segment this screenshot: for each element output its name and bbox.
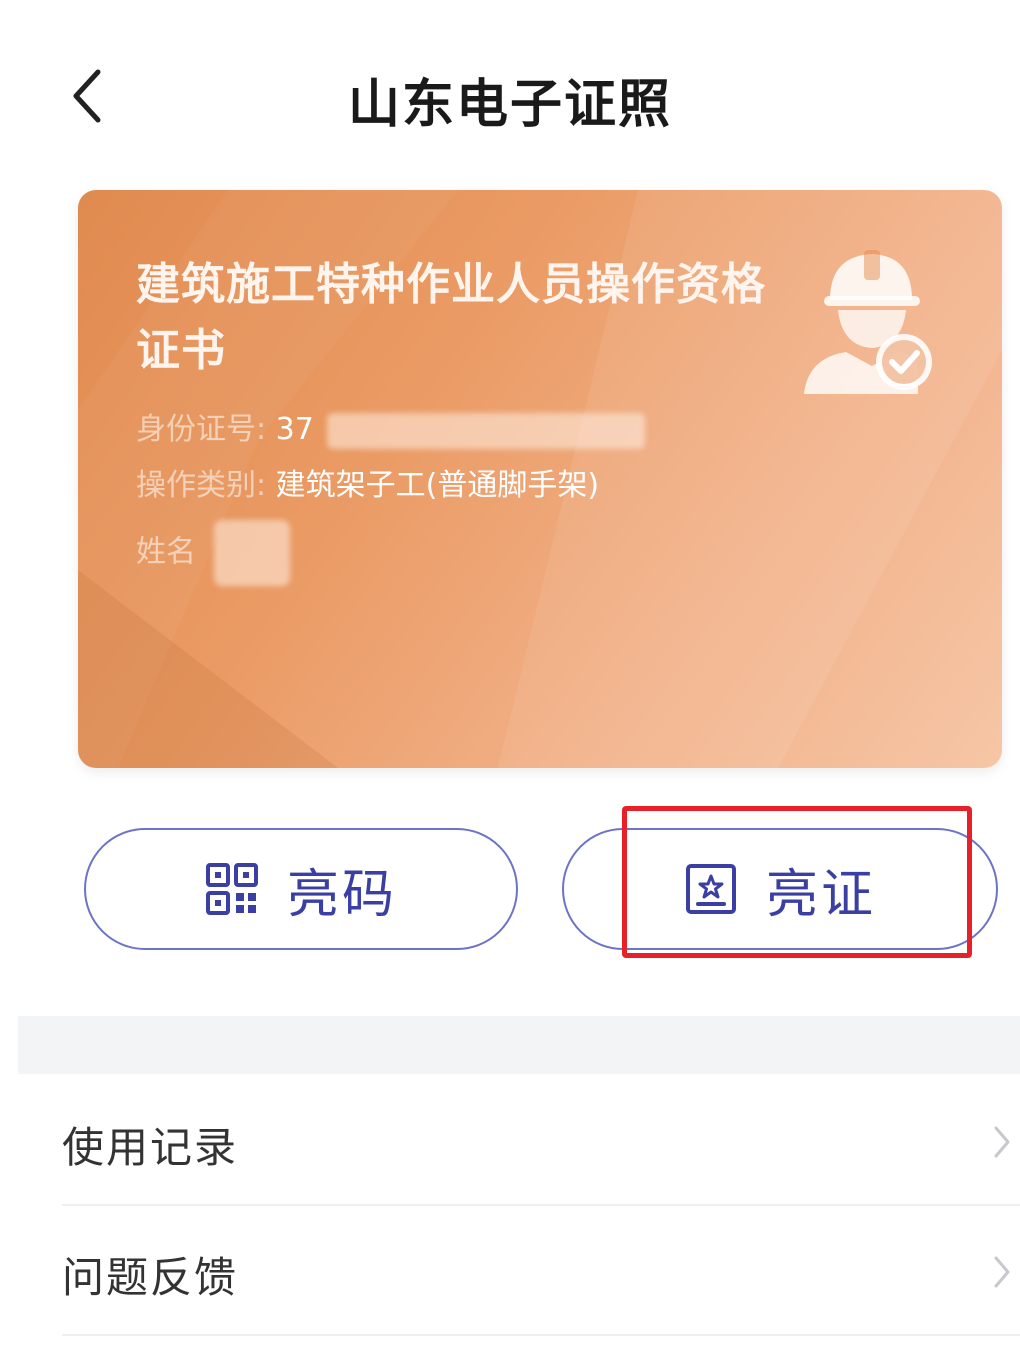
- menu-item-label: 问题反馈: [62, 1253, 239, 1302]
- highlight-box: [622, 806, 972, 958]
- show-code-label: 亮码: [286, 864, 397, 925]
- id-number-label: 身份证号:: [136, 412, 267, 447]
- chevron-right-icon: [994, 1126, 1010, 1158]
- menu-item-label: 使用记录: [62, 1123, 239, 1172]
- show-code-button[interactable]: 亮码: [84, 828, 518, 950]
- operation-type-value: 建筑架子工(普通脚手架): [275, 468, 600, 503]
- show-code-button-content: 亮码: [86, 830, 516, 948]
- redacted-name-block: [213, 520, 290, 586]
- certificate-card[interactable]: 建筑施工特种作业人员操作资格证书 身份证号: 37 操作类别: 建筑架子工(普通…: [78, 190, 1002, 768]
- name-label: 姓名: [136, 534, 196, 570]
- menu-item-feedback[interactable]: 问题反馈: [62, 1206, 1020, 1336]
- name-field: 姓名: [136, 520, 290, 586]
- certificate-title: 建筑施工特种作业人员操作资格证书: [136, 259, 766, 376]
- top-bar: 山东电子证照: [0, 40, 1020, 150]
- operation-type-field: 操作类别: 建筑架子工(普通脚手架): [136, 464, 599, 508]
- section-separator: [18, 1016, 1020, 1074]
- menu-item-usage-records[interactable]: 使用记录: [62, 1076, 1020, 1206]
- operation-type-label: 操作类别:: [136, 468, 267, 503]
- redacted-id-block: [327, 412, 646, 449]
- qr-code-icon: [205, 863, 258, 915]
- chevron-right-icon: [994, 1256, 1010, 1288]
- page-title: 山东电子证照: [347, 75, 672, 135]
- certificate-page: 山东电子证照 建筑施工特种作业人员操作资格证书 身份证号: 37 操作类别: 建…: [0, 0, 1020, 1358]
- id-number-field: 身份证号: 37: [136, 408, 646, 452]
- worker-verified-icon: [804, 250, 932, 394]
- menu-divider: [62, 1334, 1020, 1336]
- id-number-value: 37: [275, 412, 314, 447]
